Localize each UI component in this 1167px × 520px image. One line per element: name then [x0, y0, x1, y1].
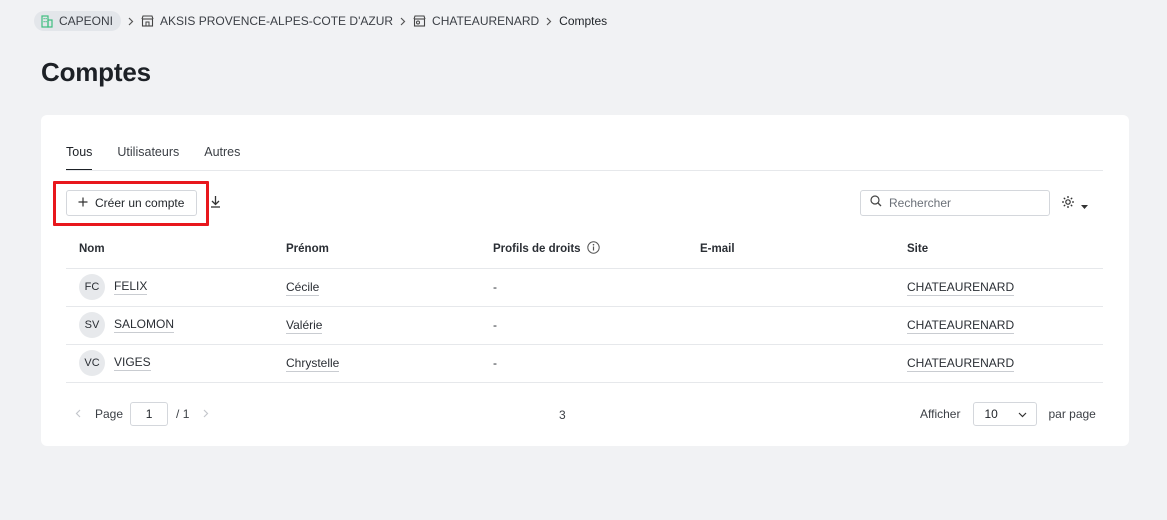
prenom-link[interactable]: Chrystelle	[286, 356, 340, 372]
breadcrumb-item-aksis[interactable]: AKSIS PROVENCE-ALPES-COTE D'AZUR	[141, 11, 393, 31]
chevron-right-icon	[121, 17, 141, 26]
site-link[interactable]: CHATEAURENARD	[907, 356, 1015, 372]
tab-autres[interactable]: Autres	[204, 134, 240, 170]
column-header-prenom[interactable]: Prénom	[273, 230, 480, 269]
chevron-right-icon[interactable]	[203, 407, 209, 421]
accounts-table: Nom Prénom Profils de droits E-mail Site…	[66, 230, 1103, 383]
column-header-site[interactable]: Site	[894, 230, 1103, 269]
create-account-label: Créer un compte	[95, 196, 185, 210]
page-label: Page	[95, 407, 124, 421]
email-cell	[687, 306, 894, 345]
chevron-right-icon	[393, 17, 413, 26]
column-header-email[interactable]: E-mail	[687, 230, 894, 269]
store-icon	[141, 15, 154, 27]
caret-down-icon	[1081, 196, 1088, 214]
create-account-button[interactable]: Créer un compte	[66, 190, 197, 216]
column-header-nom[interactable]: Nom	[66, 230, 273, 269]
breadcrumb-item-chateaurenard[interactable]: CHATEAURENARD	[413, 11, 539, 31]
show-label: Afficher	[920, 407, 961, 421]
page-size-value: 10	[984, 407, 998, 421]
tab-bar: Tous Utilisateurs Autres	[66, 115, 1103, 171]
download-icon[interactable]	[210, 195, 221, 213]
table-row[interactable]: SV SALOMON Valérie - CHATEAURENARD	[66, 306, 1103, 345]
breadcrumb-label: CAPEONI	[59, 14, 114, 28]
profils-cell: -	[480, 268, 687, 307]
gear-icon	[1061, 195, 1075, 214]
prenom-link[interactable]: Cécile	[286, 280, 320, 296]
page-title: Comptes	[41, 57, 151, 87]
site-link[interactable]: CHATEAURENARD	[907, 318, 1015, 334]
avatar: FC	[79, 274, 105, 300]
avatar: VC	[79, 350, 105, 376]
column-settings-button[interactable]	[1061, 195, 1088, 214]
breadcrumb-item-capeoni[interactable]: CAPEONI	[34, 11, 122, 31]
page-number-input[interactable]	[130, 402, 169, 426]
search-input[interactable]	[889, 196, 1039, 210]
prenom-link[interactable]: Valérie	[286, 318, 323, 334]
tab-tous[interactable]: Tous	[66, 134, 93, 170]
breadcrumb-label: AKSIS PROVENCE-ALPES-COTE D'AZUR	[160, 14, 394, 28]
chevron-left-icon[interactable]	[75, 407, 81, 421]
table-row[interactable]: FC FELIX Cécile - CHATEAURENARD	[66, 268, 1103, 307]
breadcrumb-label: CHATEAURENARD	[432, 14, 540, 28]
breadcrumb-label: Comptes	[559, 14, 608, 28]
breadcrumb-item-current: Comptes	[559, 11, 607, 31]
table-header-row: Nom Prénom Profils de droits E-mail Site	[66, 230, 1103, 269]
profils-cell: -	[480, 344, 687, 383]
tab-utilisateurs[interactable]: Utilisateurs	[117, 134, 179, 170]
nom-link[interactable]: SALOMON	[114, 317, 175, 333]
site-link[interactable]: CHATEAURENARD	[907, 280, 1015, 296]
profils-cell: -	[480, 306, 687, 345]
site-icon	[413, 15, 426, 27]
nom-link[interactable]: FELIX	[114, 279, 148, 295]
total-count: 3	[559, 408, 566, 422]
search-icon	[870, 194, 882, 212]
accounts-card: Tous Utilisateurs Autres Créer un compte…	[41, 115, 1129, 446]
per-page-label: par page	[1048, 407, 1096, 421]
email-cell	[687, 268, 894, 307]
pagination: Page / 1	[75, 402, 209, 426]
avatar: SV	[79, 312, 105, 338]
column-header-profils[interactable]: Profils de droits	[480, 230, 687, 269]
page-count: / 1	[176, 407, 190, 421]
search-box	[860, 190, 1050, 216]
page-size-control: Afficher 10 par page	[920, 402, 1096, 426]
table-row[interactable]: VC VIGES Chrystelle - CHATEAURENARD	[66, 344, 1103, 383]
page-size-select[interactable]: 10	[973, 402, 1038, 426]
breadcrumb: CAPEONI AKSIS PROVENCE-ALPES-COTE D'AZUR…	[34, 11, 607, 31]
building-icon	[41, 14, 53, 28]
email-cell	[687, 344, 894, 383]
plus-icon	[78, 196, 88, 210]
nom-link[interactable]: VIGES	[114, 355, 151, 371]
column-header-label: Profils de droits	[493, 242, 581, 255]
info-icon[interactable]	[586, 241, 600, 257]
chevron-right-icon	[539, 17, 559, 26]
chevron-down-icon	[1018, 407, 1027, 421]
